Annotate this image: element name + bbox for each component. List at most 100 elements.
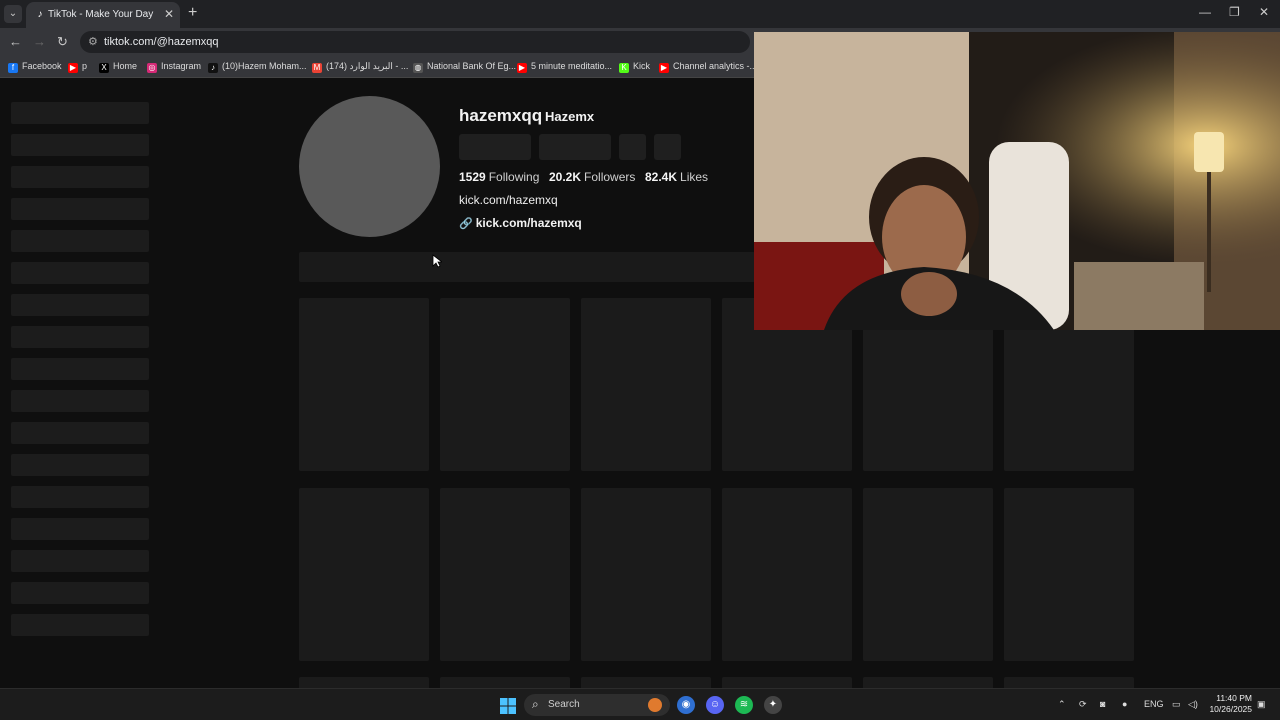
bookmark-item[interactable]: ◍ National Bank Of Eg... [413,61,516,73]
sidebar-item-skeleton[interactable] [11,614,149,636]
bookmark-item[interactable]: M (174) البريد الوارد - ... [312,61,408,73]
minimize-icon[interactable]: — [1199,5,1211,19]
video-thumbnail-skeleton[interactable] [722,677,852,688]
tab-title: TikTok - Make Your Day [48,9,154,20]
tray-overflow-icon[interactable]: ⌃ [1058,699,1066,710]
sidebar-item-skeleton[interactable] [11,390,149,412]
sidebar-item-skeleton[interactable] [11,230,149,252]
discord-icon[interactable]: ☺ [706,696,724,714]
sidebar-item-skeleton[interactable] [11,582,149,604]
video-thumbnail-skeleton[interactable] [299,488,429,661]
webcam-overlay [754,32,1280,330]
restore-icon[interactable]: ❐ [1229,5,1240,19]
following-stat[interactable]: 1529 Following [459,170,539,184]
bookmark-item[interactable]: ▶ Channel analytics -... [659,61,757,73]
avatar[interactable] [299,96,440,237]
video-thumbnail-skeleton[interactable] [581,677,711,688]
sidebar-item-skeleton[interactable] [11,518,149,540]
sidebar-item-skeleton[interactable] [11,166,149,188]
sidebar-item-skeleton[interactable] [11,422,149,444]
app-icon[interactable]: ✦ [764,696,782,714]
spotify-icon[interactable]: ≋ [735,696,753,714]
gmail-icon: M [312,63,322,73]
followers-label: Followers [584,170,636,184]
bookmark-item[interactable]: ◎ Instagram [147,61,201,73]
sidebar-item-skeleton[interactable] [11,262,149,284]
likes-stat: 82.4K Likes [645,170,708,184]
bookmark-label: 5 minute meditatio... [531,61,613,71]
sidebar-item-skeleton[interactable] [11,550,149,572]
microphone-icon[interactable]: ● [1122,699,1127,709]
video-thumbnail-skeleton[interactable] [722,488,852,661]
bookmark-item[interactable]: ▶ 5 minute meditatio... [517,61,612,73]
likes-label: Likes [680,170,709,184]
windows-start-icon[interactable] [500,698,516,714]
bookmark-item[interactable]: ▶ p [68,61,87,73]
facebook-icon: f [8,63,18,73]
video-thumbnail-skeleton[interactable] [863,677,993,688]
sidebar-item-skeleton[interactable] [11,102,149,124]
chrome-icon[interactable]: ◉ [677,696,695,714]
notifications-icon[interactable]: ▣ [1257,699,1266,710]
profile-tabs-skeleton[interactable] [299,252,755,282]
video-thumbnail-skeleton[interactable] [581,298,711,471]
sidebar-item-skeleton[interactable] [11,294,149,316]
discord-tray-icon[interactable]: ◙ [1100,699,1105,709]
video-thumbnail-skeleton[interactable] [440,488,570,661]
new-tab-button[interactable]: + [188,4,197,22]
forward-icon[interactable]: → [33,34,46,49]
video-thumbnail-skeleton[interactable] [299,298,429,471]
browser-tab[interactable]: ♪ TikTok - Make Your Day ✕ [26,2,180,28]
tiktok-icon: ♪ [37,9,43,20]
sidebar-item-skeleton[interactable] [11,358,149,380]
volume-icon[interactable]: ◁) [1188,699,1198,710]
video-thumbnail-skeleton[interactable] [1004,488,1134,661]
share-button-skeleton[interactable] [654,134,681,160]
tab-bar: ⌄ ♪ TikTok - Make Your Day ✕ + — ❐ ✕ [0,0,1280,28]
profile-link-text: kick.com/hazemxq [475,216,582,230]
profile-username: hazemxqq [459,106,543,125]
add-friend-button-skeleton[interactable] [619,134,646,160]
bookmark-item[interactable]: ♪ (10)Hazem Moham... [208,61,307,73]
profile-nickname: Hazemx [545,109,595,124]
video-thumbnail-skeleton[interactable] [299,677,429,688]
bookmark-label: (10)Hazem Moham... [222,61,307,71]
sidebar-item-skeleton[interactable] [11,134,149,156]
back-icon[interactable]: ← [9,34,22,49]
reload-icon[interactable]: ↻ [57,34,68,50]
close-window-icon[interactable]: ✕ [1259,5,1269,19]
bookmark-item[interactable]: X Home [99,61,137,73]
bookmark-item[interactable]: f Facebook [8,61,62,73]
video-thumbnail-skeleton[interactable] [581,488,711,661]
video-thumbnail-skeleton[interactable] [440,298,570,471]
sidebar-item-skeleton[interactable] [11,486,149,508]
network-icon[interactable]: ▭ [1172,699,1181,710]
video-thumbnail-skeleton[interactable] [863,488,993,661]
bookmark-item[interactable]: K Kick [619,61,650,73]
clock-time: 11:40 PM [1216,693,1252,703]
sync-icon[interactable]: ⟳ [1079,699,1087,710]
system-clock[interactable]: 11:40 PM 10/26/2025 [1208,693,1252,715]
address-bar[interactable]: ⚙ tiktok.com/@hazemxqq [80,31,750,53]
search-label: Search [548,699,580,710]
youtube-icon: ▶ [659,63,669,73]
instagram-icon: ◎ [147,63,157,73]
following-count: 1529 [459,170,486,184]
profile-bio: kick.com/hazemxq [459,193,558,207]
sidebar-item-skeleton[interactable] [11,454,149,476]
message-button-skeleton[interactable] [539,134,611,160]
language-indicator[interactable]: ENG [1144,699,1164,709]
taskbar-search[interactable]: ⌕ Search [524,694,670,716]
profile-link[interactable]: 🔗 kick.com/hazemxq [459,216,582,230]
sidebar-item-skeleton[interactable] [11,326,149,348]
site-info-icon[interactable]: ⚙ [88,35,98,48]
sidebar-item-skeleton[interactable] [11,198,149,220]
followers-stat[interactable]: 20.2K Followers [549,170,635,184]
follow-button-skeleton[interactable] [459,134,531,160]
video-thumbnail-skeleton[interactable] [440,677,570,688]
close-icon[interactable]: ✕ [164,7,174,21]
likes-count: 82.4K [645,170,678,184]
video-thumbnail-skeleton[interactable] [1004,677,1134,688]
bookmark-label: Facebook [22,61,62,71]
tab-search-chevron-icon[interactable]: ⌄ [4,5,22,23]
